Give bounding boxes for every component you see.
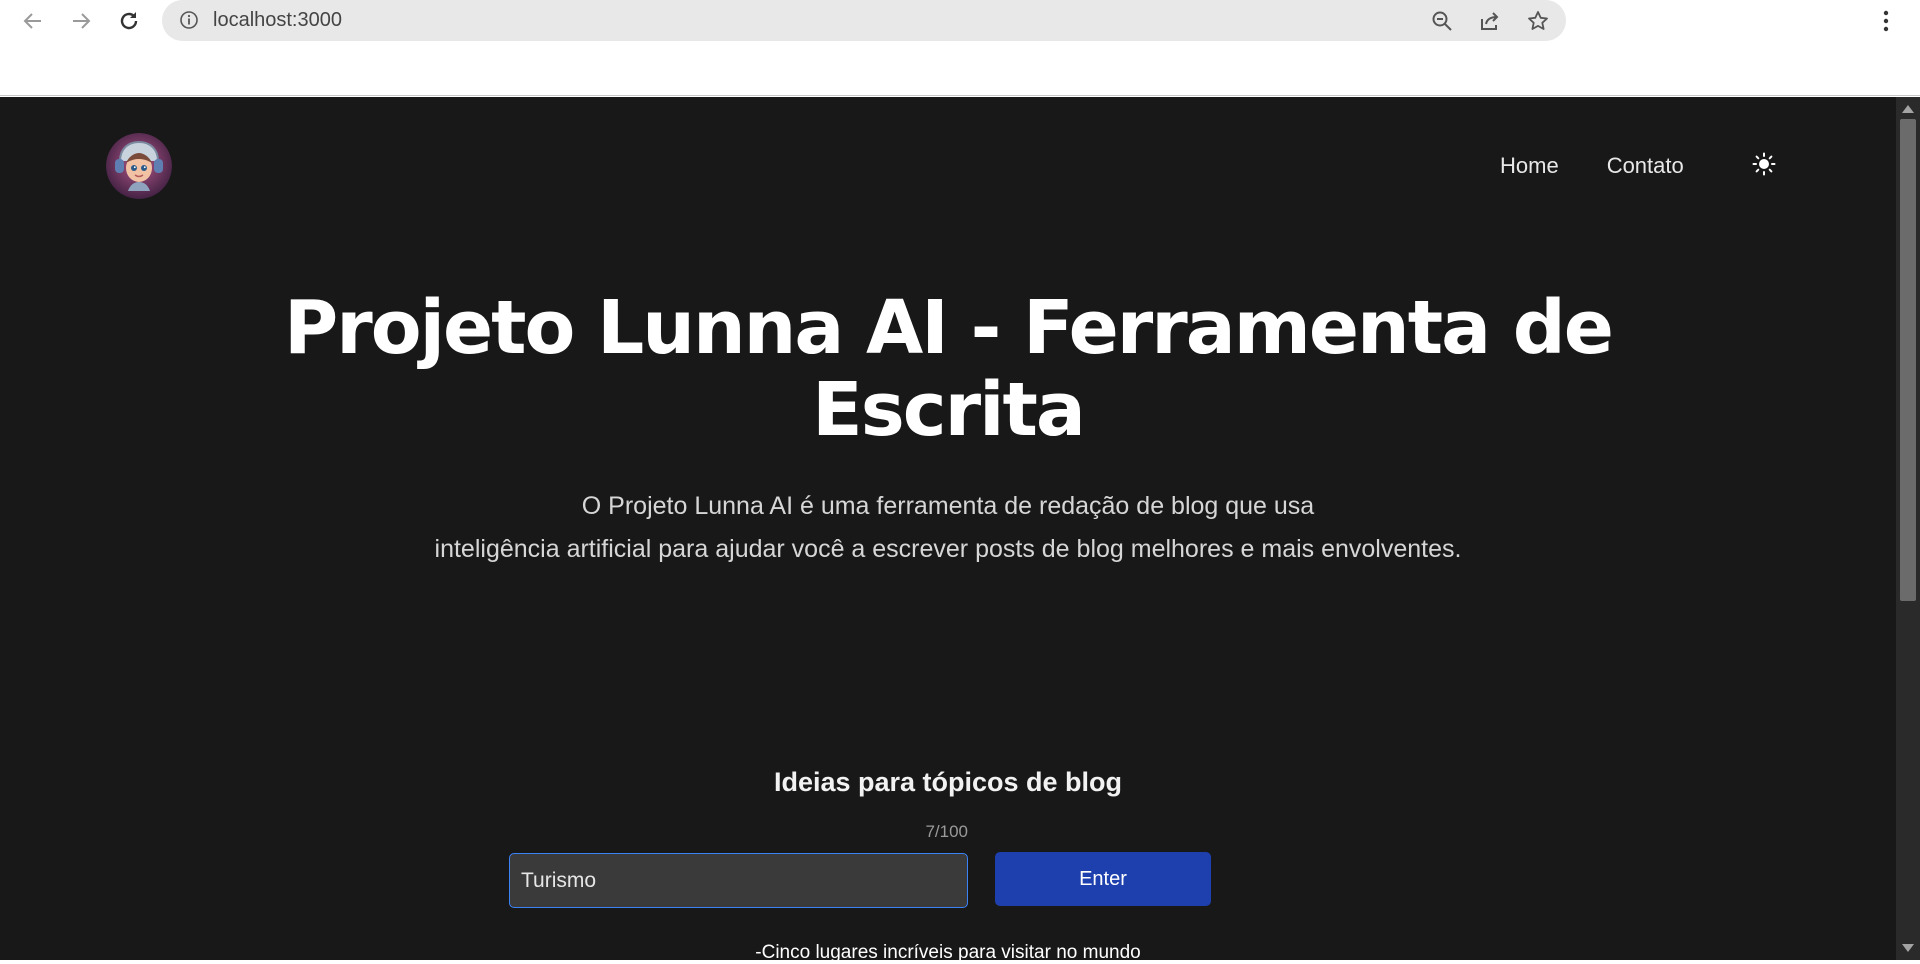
nav-contato-link[interactable]: Contato xyxy=(1607,153,1684,179)
scroll-up-icon[interactable] xyxy=(1902,105,1914,113)
kebab-menu-icon[interactable] xyxy=(1874,8,1898,34)
reload-icon[interactable] xyxy=(114,6,144,36)
zoom-out-icon[interactable] xyxy=(1429,8,1455,34)
character-counter: 7/100 xyxy=(925,822,968,841)
scroll-down-icon[interactable] xyxy=(1902,944,1914,952)
enter-button[interactable]: Enter xyxy=(995,852,1211,906)
hero-description: O Projeto Lunna AI é uma ferramenta de r… xyxy=(300,485,1596,571)
star-icon[interactable] xyxy=(1525,8,1551,34)
result-item: -Cinco lugares incríveis para visitar no… xyxy=(755,942,1141,963)
hero-description-line-1: O Projeto Lunna AI é uma ferramenta de r… xyxy=(581,492,1315,520)
arrow-left-icon[interactable] xyxy=(18,6,48,36)
robot-avatar-icon xyxy=(106,133,172,199)
nav-home-link[interactable]: Home xyxy=(1500,153,1559,179)
avatar-logo[interactable] xyxy=(106,133,172,199)
address-bar[interactable]: localhost:3000 xyxy=(162,0,1566,41)
topic-input[interactable] xyxy=(509,853,968,908)
page-scrollbar[interactable] xyxy=(1896,97,1920,960)
scroll-thumb[interactable] xyxy=(1900,119,1916,601)
page-content: Home Contato Projeto Lunna AI - Ferramen… xyxy=(0,97,1896,963)
topic-ideas-title: Ideias para tópicos de blog xyxy=(773,767,1123,797)
url-text: localhost:3000 xyxy=(213,9,342,31)
sun-icon[interactable] xyxy=(1752,152,1776,176)
info-icon[interactable] xyxy=(179,10,199,30)
browser-toolbar: localhost:3000 xyxy=(0,0,1920,96)
share-icon[interactable] xyxy=(1477,8,1503,34)
hero-description-line-2: inteligência artificial para ajudar você… xyxy=(434,535,1462,563)
main-nav: Home Contato xyxy=(1500,153,1732,179)
hero-title: Projeto Lunna AI - Ferramenta de Escrita xyxy=(284,285,1614,453)
arrow-right-icon[interactable] xyxy=(66,6,96,36)
